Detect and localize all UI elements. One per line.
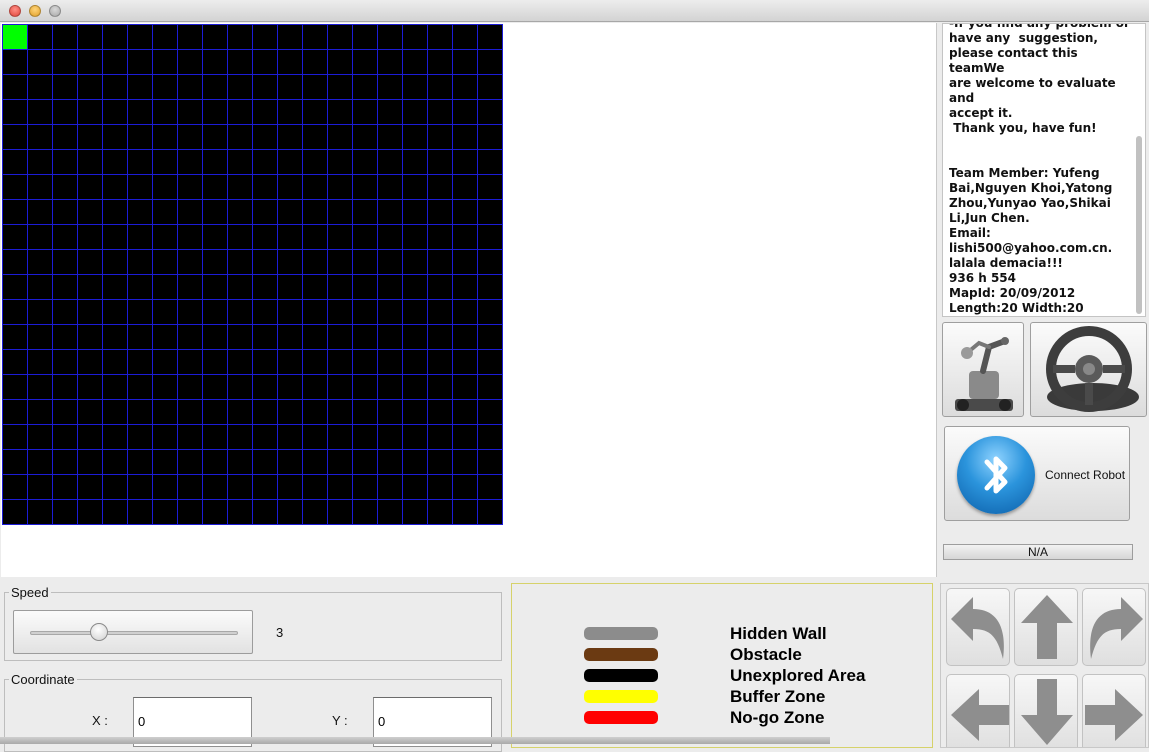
dock-strip: [0, 737, 830, 744]
turn-right-icon: [1090, 597, 1143, 659]
speed-legend: Speed: [11, 585, 49, 600]
legend-swatch-unexplored: [584, 669, 658, 682]
slider-track[interactable]: [30, 631, 238, 635]
legend-label-hidden-wall: Hidden Wall: [730, 624, 827, 643]
connect-robot-button[interactable]: Connect Robot: [944, 426, 1130, 521]
arrow-right-icon: [1085, 689, 1143, 741]
steering-wheel-icon: [1046, 326, 1139, 412]
left-button[interactable]: [946, 674, 1010, 747]
bluetooth-icon: [957, 436, 1035, 514]
y-label: Y :: [332, 713, 348, 728]
backward-button[interactable]: [1014, 674, 1078, 747]
info-panel[interactable]: -If you find any problem or have any sug…: [942, 23, 1146, 317]
forward-button[interactable]: [1014, 588, 1078, 666]
speed-value: 3: [276, 625, 284, 640]
right-button[interactable]: [1082, 674, 1146, 747]
minimize-button[interactable]: [29, 5, 41, 17]
legend-swatch-obstacle: [584, 648, 658, 661]
legend-swatch-no-go-zone: [584, 711, 658, 724]
close-button[interactable]: [9, 5, 21, 17]
robot-button[interactable]: [942, 322, 1024, 417]
y-coordinate-value: 0: [378, 714, 386, 729]
robot-marker: [3, 25, 27, 49]
arrow-down-icon: [1021, 679, 1073, 745]
zoom-button[interactable]: [49, 5, 61, 17]
robot-arm-icon: [955, 337, 1013, 411]
info-text: -If you find any problem or have any sug…: [949, 23, 1130, 315]
steering-wheel-button[interactable]: [1030, 322, 1147, 417]
connection-status: N/A: [943, 544, 1133, 560]
arrow-left-icon: [951, 689, 1009, 741]
turn-right-button[interactable]: [1082, 588, 1146, 666]
legend-label-no-go-zone: No-go Zone: [730, 708, 825, 727]
legend-swatch-hidden-wall: [584, 627, 658, 640]
speed-slider[interactable]: [13, 610, 253, 654]
legend-swatch-buffer-zone: [584, 690, 658, 703]
legend-label-buffer-zone: Buffer Zone: [730, 687, 826, 706]
x-label: X :: [92, 713, 108, 728]
info-scrollbar[interactable]: [1135, 24, 1143, 316]
direction-pad: [940, 583, 1149, 748]
arrow-up-icon: [1021, 595, 1073, 659]
coordinate-legend: Coordinate: [11, 672, 75, 687]
connect-robot-label: Connect Robot: [1045, 468, 1126, 482]
window-titlebar: [0, 0, 1149, 22]
map-legend: Hidden Wall Obstacle Unexplored Area Buf…: [511, 583, 933, 748]
legend-label-unexplored: Unexplored Area: [730, 666, 866, 685]
arena-grid[interactable]: [2, 24, 504, 526]
map-area: [1, 23, 937, 577]
slider-knob[interactable]: [90, 623, 109, 641]
turn-left-icon: [951, 597, 1004, 659]
x-coordinate-value: 0: [138, 714, 146, 729]
turn-left-button[interactable]: [946, 588, 1010, 666]
legend-label-obstacle: Obstacle: [730, 645, 802, 664]
scrollbar-thumb[interactable]: [1136, 136, 1142, 314]
